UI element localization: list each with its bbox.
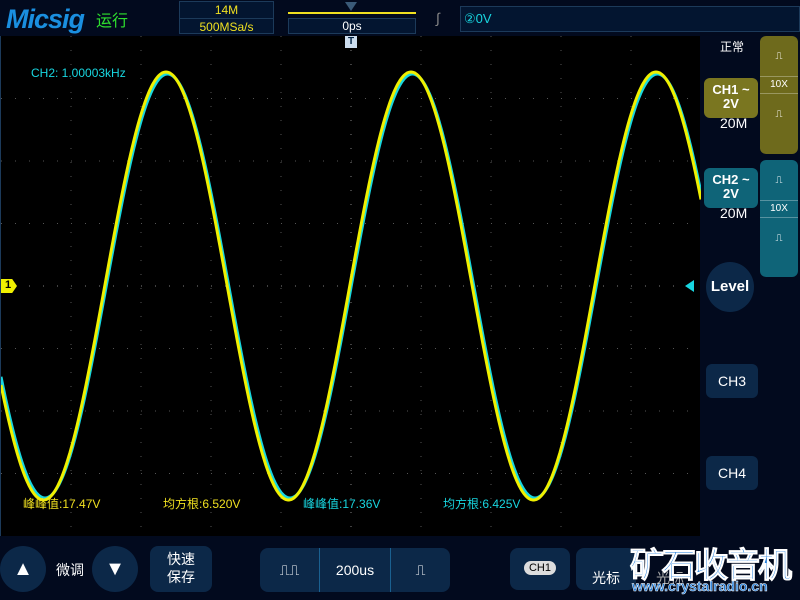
ch2-probe[interactable]: 10X	[760, 200, 798, 218]
rising-edge-icon[interactable]: ∫	[436, 10, 440, 26]
fine-label: 微调	[56, 562, 84, 578]
waveform-svg	[0, 36, 703, 536]
quick-save-button[interactable]: 快速 保存	[150, 546, 212, 592]
ch1-scale-control[interactable]: ⎍ 10X ⎍	[760, 36, 798, 154]
channel-select-button[interactable]: CH1	[510, 548, 570, 590]
trigger-position-marker-icon[interactable]	[345, 2, 357, 11]
timebase-decrease-icon[interactable]: ⎍⎍	[260, 548, 320, 592]
frequency-readout: CH2: 1.00003kHz	[31, 66, 126, 80]
scale-down-icon[interactable]: ⎍	[760, 94, 798, 134]
ch1-probe[interactable]: 10X	[760, 76, 798, 94]
ch2-scale: 2V	[723, 186, 739, 201]
ch1-bandwidth: 20M	[720, 115, 748, 131]
ch-select-label: CH1	[523, 561, 556, 575]
time-offset[interactable]: 0ps	[288, 18, 416, 34]
ch1-waveform	[0, 70, 703, 502]
ch2-scale-control[interactable]: ⎍ 10X ⎍	[760, 160, 798, 277]
micsig-logo: Micsig	[6, 4, 85, 34]
ch2-bandwidth: 20M	[720, 205, 748, 221]
ch1-button[interactable]: CH1 ~2V	[704, 78, 758, 118]
ch2-label: CH2 ~	[712, 172, 750, 187]
trigger-level-marker-icon[interactable]	[685, 280, 694, 292]
trigger-level[interactable]: ②0V	[460, 6, 800, 32]
fine-up-button[interactable]: ▲	[0, 546, 46, 592]
scale-up-icon[interactable]: ⎍	[760, 36, 798, 76]
measurement-ch2-rms: 均方根:6.425V	[443, 497, 521, 511]
acquisition-mode[interactable]: 正常	[720, 38, 744, 55]
timebase-control[interactable]: ⎍⎍ 200us ⎍	[260, 548, 450, 592]
watermark-url: www.crystalradio.cn	[632, 578, 768, 595]
ch1-label: CH1 ~	[712, 82, 750, 97]
scale-down-icon[interactable]: ⎍	[760, 218, 798, 258]
scale-up-icon[interactable]: ⎍	[760, 160, 798, 200]
timebase-increase-icon[interactable]: ⎍	[390, 548, 450, 592]
sample-rate: 500MSa/s	[199, 20, 254, 34]
measurement-ch2-vpp: 峰峰值:17.36V	[303, 497, 381, 511]
fine-down-button[interactable]: ▼	[92, 546, 138, 592]
memory-depth: 14M	[180, 2, 273, 19]
timebase-value: 200us	[335, 562, 375, 578]
ch1-scale: 2V	[723, 96, 739, 111]
measurement-ch1-vpp: 峰峰值:17.47V	[23, 497, 101, 511]
trigger-position-bar[interactable]	[288, 12, 416, 14]
ch3-button[interactable]: CH3	[706, 364, 758, 398]
trigger-time-marker-icon[interactable]: T	[345, 36, 357, 48]
ch2-button[interactable]: CH2 ~2V	[704, 168, 758, 208]
level-button[interactable]: Level	[706, 262, 754, 312]
measurement-ch1-rms: 均方根:6.520V	[163, 497, 241, 511]
cursor-button[interactable]: 光标	[576, 548, 636, 590]
acquisition-info[interactable]: 14M 500MSa/s	[179, 1, 274, 34]
run-status[interactable]: 运行	[96, 7, 128, 31]
ch4-button[interactable]: CH4	[706, 456, 758, 490]
waveform-display[interactable]: CH2: 1.00003kHz 1 T 峰峰值:17.47V 均方根:6.520…	[0, 36, 703, 536]
